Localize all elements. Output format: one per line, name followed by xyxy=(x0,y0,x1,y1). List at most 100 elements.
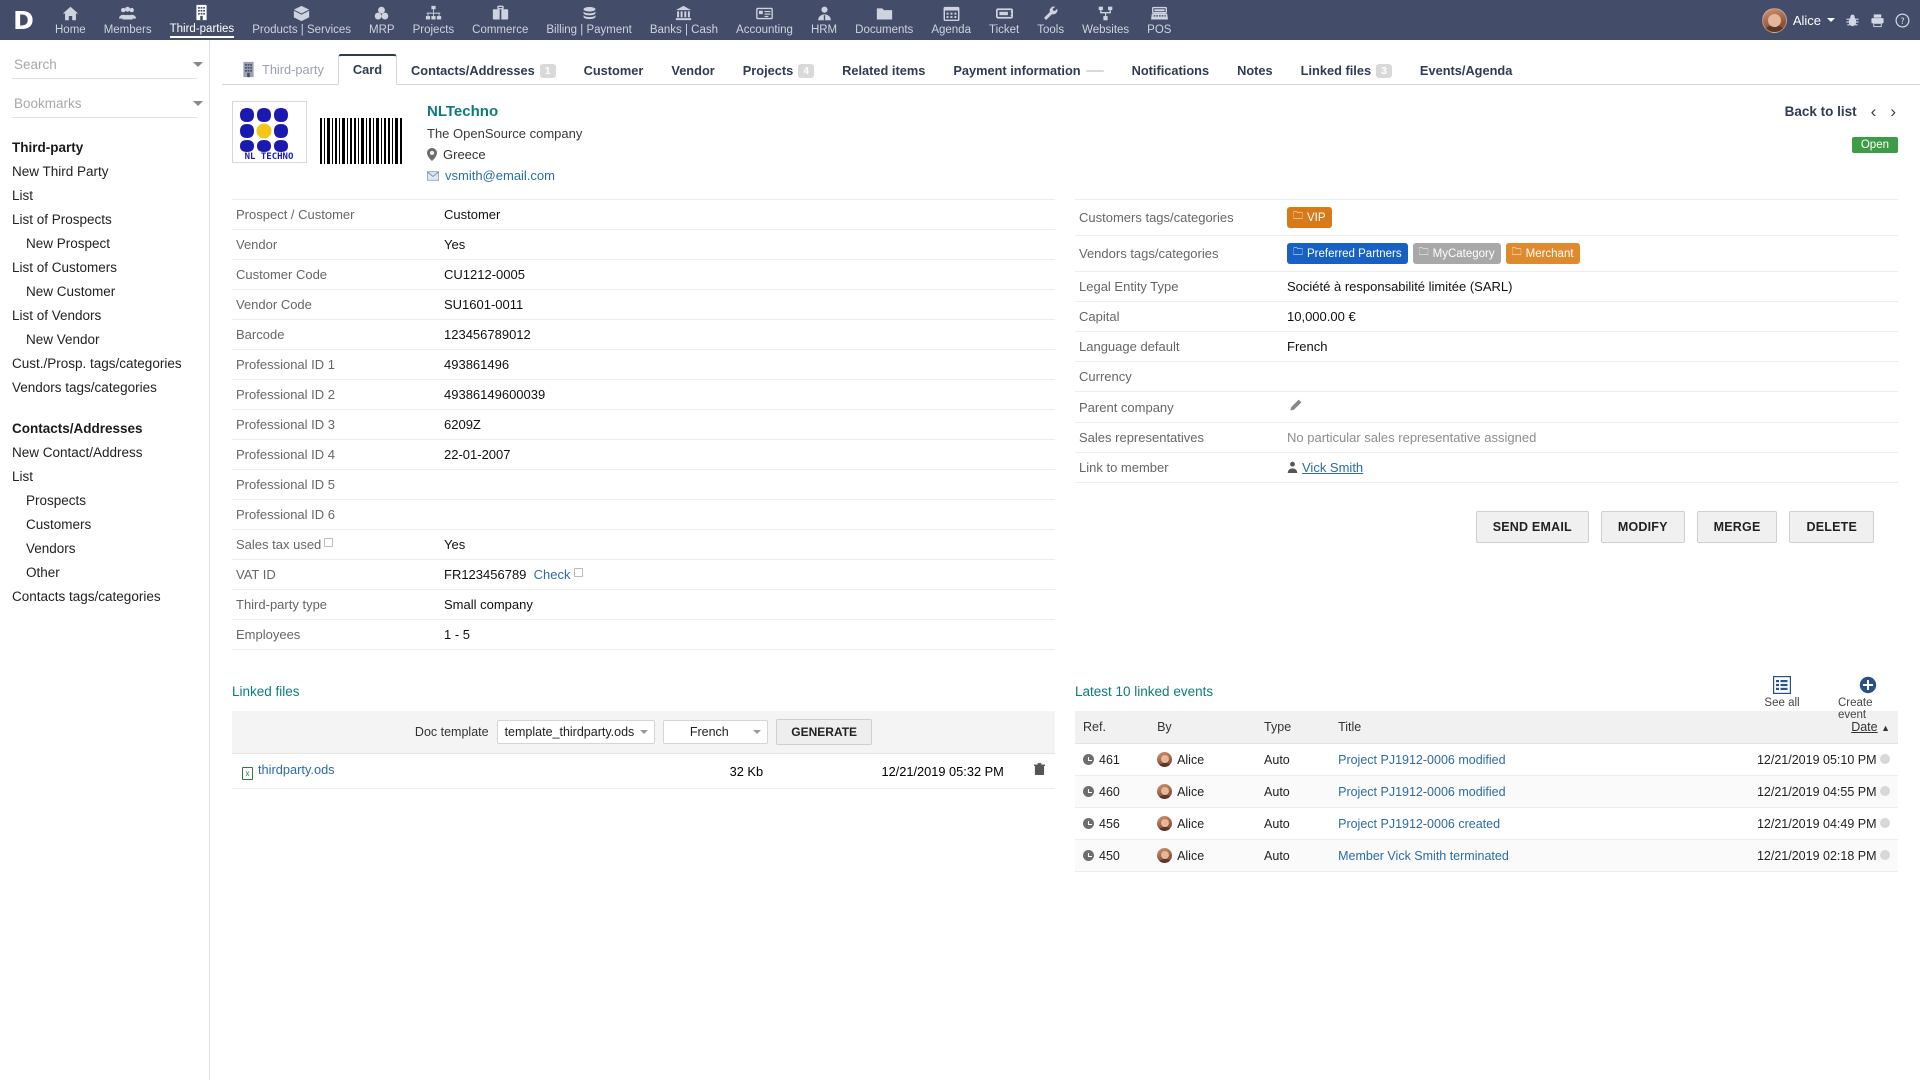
tab-contacts-addresses[interactable]: Contacts/Addresses 1 xyxy=(397,57,570,85)
event-title-cell[interactable]: Project PJ1912-0006 modified xyxy=(1330,743,1693,776)
bookmarks-box[interactable] xyxy=(12,91,203,118)
event-row[interactable]: 461 Alice Auto Project PJ1912-0006 modified… xyxy=(1075,743,1898,776)
member-link[interactable]: Vick Smith xyxy=(1302,460,1363,475)
sidebar-item-list-of-prospects[interactable]: List of Prospects xyxy=(12,207,197,231)
nav-item-home[interactable]: Home xyxy=(46,0,95,40)
help-icon[interactable] xyxy=(573,568,583,577)
nav-item-members[interactable]: Members xyxy=(95,0,161,40)
event-row[interactable]: 460 Alice Auto Project PJ1912-0006 modified… xyxy=(1075,775,1898,808)
bookmarks-chevron-down-icon[interactable] xyxy=(193,101,203,106)
events-column-ref[interactable]: Ref. xyxy=(1075,711,1150,744)
tab-card[interactable]: Card xyxy=(337,54,398,85)
event-title-link[interactable]: Project PJ1912-0006 modified xyxy=(1338,785,1505,799)
send-email-button[interactable]: SEND EMAIL xyxy=(1475,511,1589,543)
sidebar-item-prospects[interactable]: Prospects xyxy=(12,488,197,512)
search-input[interactable] xyxy=(12,56,193,73)
nav-item-websites[interactable]: Websites xyxy=(1073,0,1138,40)
tab-linked-files[interactable]: Linked files 3 xyxy=(1287,57,1406,85)
bug-icon[interactable] xyxy=(1845,13,1860,28)
event-title-cell[interactable]: Member Vick Smith terminated xyxy=(1330,839,1693,872)
see-all-button[interactable]: See all xyxy=(1752,676,1812,721)
sidebar-item-other[interactable]: Other xyxy=(12,560,197,584)
file-name-cell[interactable]: x thirdparty.ods xyxy=(232,753,685,789)
file-delete-cell[interactable] xyxy=(1013,753,1055,789)
generate-button[interactable]: GENERATE xyxy=(776,719,873,745)
delete-button[interactable]: DELETE xyxy=(1789,511,1874,543)
tab-vendor[interactable]: Vendor xyxy=(657,57,728,85)
nav-item-billing-payment[interactable]: Billing | Payment xyxy=(537,0,640,40)
event-title-link[interactable]: Project PJ1912-0006 created xyxy=(1338,817,1500,831)
nav-item-third-parties[interactable]: Third-parties xyxy=(161,0,244,40)
doc-language-select[interactable]: French xyxy=(663,720,769,744)
sidebar-item-list[interactable]: List xyxy=(12,464,197,488)
merge-button[interactable]: MERGE xyxy=(1696,511,1778,543)
company-email-link[interactable]: vsmith@email.com xyxy=(445,168,555,183)
nav-item-agenda[interactable]: Agenda xyxy=(922,0,980,40)
tab-payment-information[interactable]: Payment information xyxy=(939,57,1117,85)
sidebar-item-cust-prosp-tags-categories[interactable]: Cust./Prosp. tags/categories xyxy=(12,351,197,375)
file-name-link[interactable]: thirdparty.ods xyxy=(258,762,335,777)
bookmarks-input[interactable] xyxy=(12,95,193,112)
tab-notifications[interactable]: Notifications xyxy=(1118,57,1224,85)
nav-item-banks-cash[interactable]: Banks | Cash xyxy=(641,0,727,40)
sidebar-item-list[interactable]: List xyxy=(12,183,197,207)
create-event-button[interactable]: Create event xyxy=(1838,676,1898,721)
sidebar-item-vendors-tags-categories[interactable]: Vendors tags/categories xyxy=(12,375,197,399)
search-chevron-down-icon[interactable] xyxy=(193,62,203,67)
nav-item-mrp[interactable]: MRP xyxy=(360,0,404,40)
event-title-cell[interactable]: Project PJ1912-0006 created xyxy=(1330,807,1693,840)
sidebar-item-list-of-customers[interactable]: List of Customers xyxy=(12,255,197,279)
tag-chip[interactable]: 🗀 Preferred Partners xyxy=(1287,243,1408,264)
sidebar-item-new-prospect[interactable]: New Prospect xyxy=(12,231,197,255)
nav-item-ticket[interactable]: Ticket xyxy=(980,0,1028,40)
events-column-type[interactable]: Type xyxy=(1256,711,1331,744)
nav-item-hrm[interactable]: HRM xyxy=(802,0,846,40)
sidebar-item-contacts-tags-categories[interactable]: Contacts tags/categories xyxy=(12,584,197,608)
event-title-cell[interactable]: Project PJ1912-0006 modified xyxy=(1330,775,1693,808)
nav-item-documents[interactable]: Documents xyxy=(846,0,922,40)
nav-item-products-services[interactable]: Products | Services xyxy=(243,0,360,40)
field-value-cell[interactable]: Vick Smith xyxy=(1283,453,1898,483)
nav-item-commerce[interactable]: Commerce xyxy=(463,0,537,40)
help-icon[interactable]: ? xyxy=(1895,13,1910,28)
tab-events-agenda[interactable]: Events/Agenda xyxy=(1406,57,1526,85)
event-title-link[interactable]: Project PJ1912-0006 modified xyxy=(1338,753,1505,767)
tag-chip[interactable]: 🗀 MyCategory xyxy=(1412,243,1501,264)
app-logo[interactable]: D xyxy=(0,0,46,40)
field-value-cell[interactable] xyxy=(1283,392,1898,423)
event-title-link[interactable]: Member Vick Smith terminated xyxy=(1338,849,1509,863)
sidebar-item-customers[interactable]: Customers xyxy=(12,512,197,536)
sidebar-item-new-vendor[interactable]: New Vendor xyxy=(12,327,197,351)
nav-item-tools[interactable]: Tools xyxy=(1028,0,1073,40)
tab-notes[interactable]: Notes xyxy=(1223,57,1287,85)
sidebar-item-list-of-vendors[interactable]: List of Vendors xyxy=(12,303,197,327)
event-row[interactable]: 450 Alice Auto Member Vick Smith terminated… xyxy=(1075,839,1898,872)
modify-button[interactable]: MODIFY xyxy=(1600,511,1685,543)
tab-customer[interactable]: Customer xyxy=(570,57,658,85)
events-column-by[interactable]: By xyxy=(1149,711,1257,744)
sidebar-item-vendors[interactable]: Vendors xyxy=(12,536,197,560)
doc-template-select[interactable]: template_thirdparty.ods xyxy=(496,720,656,744)
nav-item-pos[interactable]: POS xyxy=(1138,0,1180,40)
event-row[interactable]: 456 Alice Auto Project PJ1912-0006 created 1… xyxy=(1075,807,1898,840)
next-record-arrow[interactable]: › xyxy=(1890,103,1896,120)
sidebar-item-new-customer[interactable]: New Customer xyxy=(12,279,197,303)
user-menu[interactable]: Alice xyxy=(1761,7,1835,33)
sidebar-item-new-third-party[interactable]: New Third Party xyxy=(12,159,197,183)
nav-item-accounting[interactable]: Accounting xyxy=(727,0,802,40)
tab-related-items[interactable]: Related items xyxy=(828,57,939,85)
print-icon[interactable] xyxy=(1870,13,1885,28)
nav-item-projects[interactable]: Projects xyxy=(404,0,464,40)
previous-record-arrow[interactable]: ‹ xyxy=(1871,103,1877,120)
vat-check-link[interactable]: Check xyxy=(534,567,571,582)
tag-chip[interactable]: 🗀 Merchant xyxy=(1505,243,1580,264)
tab-projects[interactable]: Projects 4 xyxy=(729,57,828,85)
events-column-title[interactable]: Title xyxy=(1330,711,1693,744)
help-icon[interactable] xyxy=(324,538,334,547)
tab-third-party[interactable]: Third-party xyxy=(226,55,338,85)
trash-icon[interactable] xyxy=(1034,763,1045,779)
back-to-list-link[interactable]: Back to list xyxy=(1785,104,1857,119)
search-box[interactable] xyxy=(12,52,203,79)
sidebar-item-new-contact-address[interactable]: New Contact/Address xyxy=(12,440,197,464)
tag-chip[interactable]: 🗀 VIP xyxy=(1287,207,1332,228)
